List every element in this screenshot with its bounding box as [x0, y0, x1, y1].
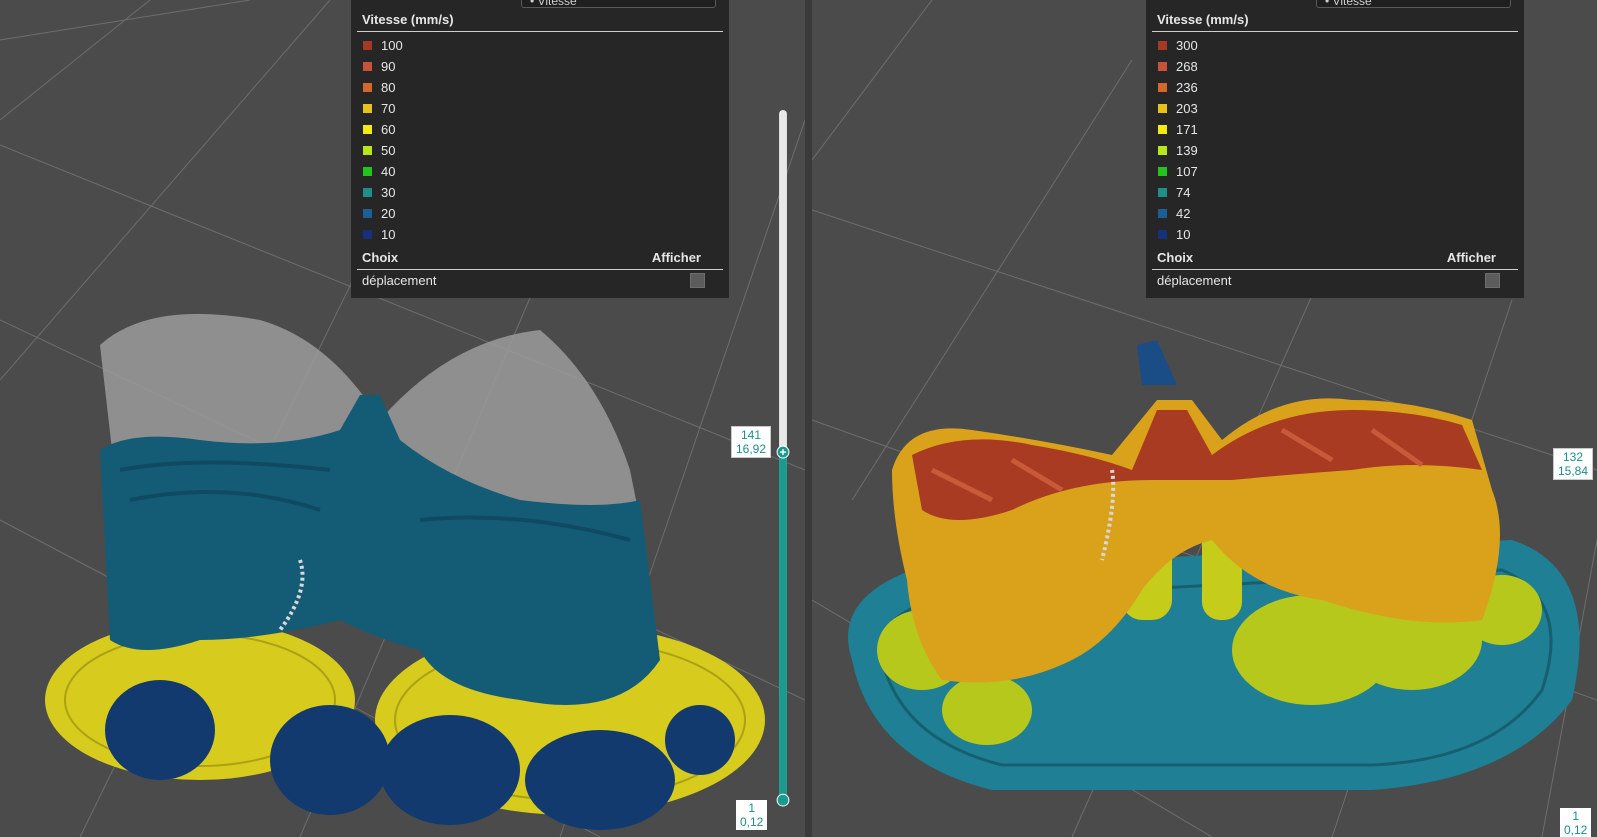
legend-divider — [357, 269, 723, 270]
legend-item: 139 — [1158, 140, 1198, 161]
color-swatch — [1158, 104, 1167, 113]
right-legend-panel: • Vitesse Vitesse (mm/s) 300 268 236 203… — [1146, 0, 1524, 298]
color-swatch — [363, 188, 372, 197]
legend-item: 300 — [1158, 35, 1198, 56]
color-swatch — [1158, 146, 1167, 155]
legend-title: Vitesse (mm/s) — [1157, 12, 1249, 27]
color-swatch — [363, 167, 372, 176]
legend-item: 90 — [363, 56, 403, 77]
bottom-layer-index: 1 — [748, 801, 756, 815]
legend-item: 80 — [363, 77, 403, 98]
left-3d-viewport[interactable]: • Vitesse Vitesse (mm/s) 100 90 80 70 60… — [0, 0, 805, 837]
top-layer-height: 15,84 — [1558, 464, 1589, 478]
legend-divider — [357, 31, 723, 32]
show-header: Afficher — [651, 250, 701, 265]
legend-divider — [1152, 31, 1518, 32]
top-layer-label: 141 16,92 — [731, 426, 772, 458]
legend-item: 10 — [1158, 224, 1198, 245]
color-swatch — [363, 41, 372, 50]
legend-item: 20 — [363, 203, 403, 224]
bottom-layer-index: 1 — [1572, 809, 1580, 823]
color-swatch — [1158, 62, 1167, 71]
slider-range-fill — [779, 448, 787, 801]
legend-item: 203 — [1158, 98, 1198, 119]
top-layer-index: 132 — [1563, 450, 1584, 464]
color-swatch — [363, 125, 372, 134]
color-swatch — [1158, 230, 1167, 239]
color-mode-dropdown[interactable]: • Vitesse — [1316, 0, 1511, 8]
legend-item: 30 — [363, 182, 403, 203]
right-3d-viewport[interactable]: • Vitesse Vitesse (mm/s) 300 268 236 203… — [812, 0, 1597, 837]
color-swatch — [363, 62, 372, 71]
layer-slider[interactable] — [776, 108, 790, 808]
color-swatch — [1158, 41, 1167, 50]
color-mode-dropdown[interactable]: • Vitesse — [521, 0, 716, 8]
legend-item: 50 — [363, 140, 403, 161]
color-swatch — [1158, 188, 1167, 197]
legend-item: 10 — [363, 224, 403, 245]
color-swatch — [1158, 125, 1167, 134]
travel-label: déplacement — [1157, 273, 1232, 288]
left-legend-panel: • Vitesse Vitesse (mm/s) 100 90 80 70 60… — [351, 0, 729, 298]
color-swatch — [363, 104, 372, 113]
top-layer-label: 132 15,84 — [1553, 448, 1594, 480]
color-swatch — [1158, 167, 1167, 176]
legend-item: 42 — [1158, 203, 1198, 224]
legend-item: 70 — [363, 98, 403, 119]
color-swatch — [1158, 209, 1167, 218]
color-swatch — [363, 209, 372, 218]
color-swatch — [363, 230, 372, 239]
slider-bottom-handle[interactable] — [776, 793, 790, 807]
travel-label: déplacement — [362, 273, 437, 288]
travel-show-checkbox[interactable] — [1485, 273, 1500, 288]
legend-item: 171 — [1158, 119, 1198, 140]
show-header: Afficher — [1446, 250, 1496, 265]
bottom-layer-height: 0,12 — [740, 815, 764, 829]
top-layer-height: 16,92 — [736, 442, 767, 456]
choice-header: Choix — [1157, 250, 1194, 265]
bottom-layer-label: 1 0,12 — [736, 800, 768, 830]
color-swatch — [363, 146, 372, 155]
legend-items: 100 90 80 70 60 50 40 30 20 10 — [363, 35, 403, 245]
legend-item: 107 — [1158, 161, 1198, 182]
legend-title: Vitesse (mm/s) — [362, 12, 454, 27]
color-swatch — [1158, 83, 1167, 92]
bottom-layer-height: 0,12 — [1564, 823, 1588, 837]
color-swatch — [363, 83, 372, 92]
legend-item: 74 — [1158, 182, 1198, 203]
view-divider — [805, 0, 812, 837]
top-layer-index: 141 — [741, 428, 762, 442]
travel-show-checkbox[interactable] — [690, 273, 705, 288]
legend-divider — [1152, 269, 1518, 270]
legend-item: 236 — [1158, 77, 1198, 98]
legend-item: 268 — [1158, 56, 1198, 77]
choice-header: Choix — [362, 250, 399, 265]
legend-item: 40 — [363, 161, 403, 182]
bottom-layer-label: 1 0,12 — [1560, 808, 1592, 837]
legend-item: 60 — [363, 119, 403, 140]
legend-item: 100 — [363, 35, 403, 56]
legend-items: 300 268 236 203 171 139 107 74 42 10 — [1158, 35, 1198, 245]
